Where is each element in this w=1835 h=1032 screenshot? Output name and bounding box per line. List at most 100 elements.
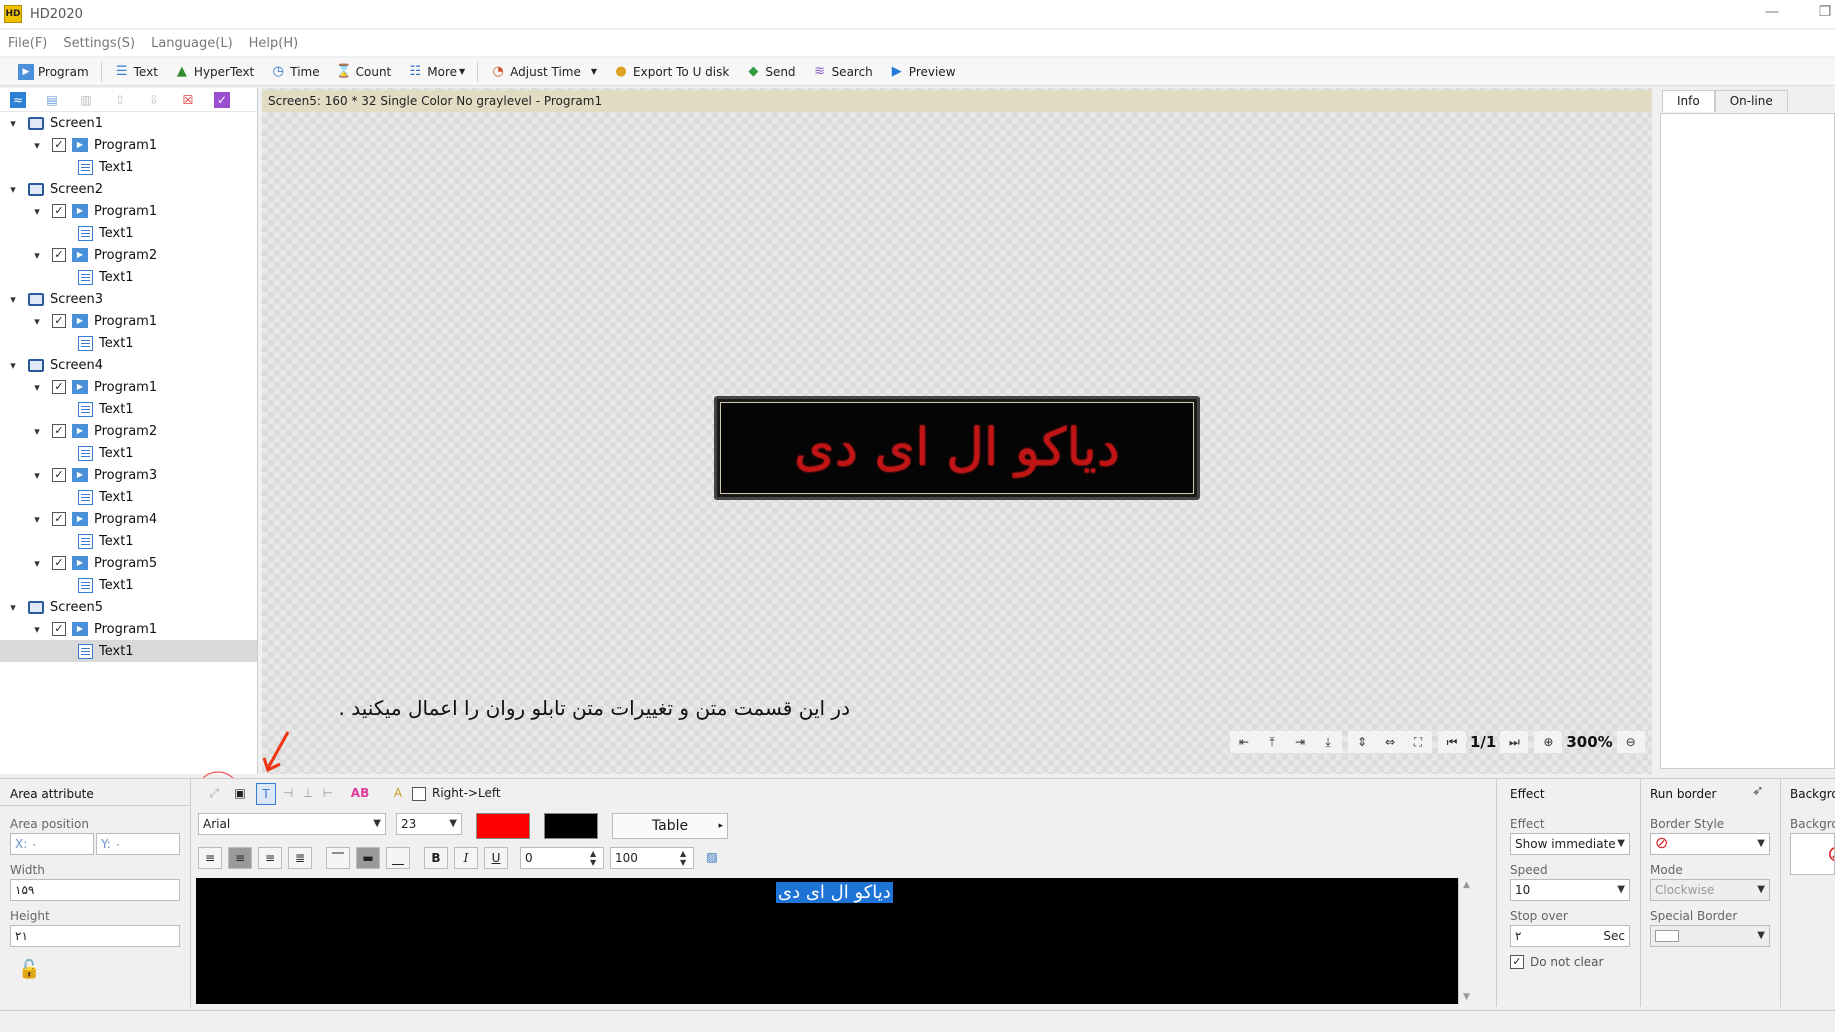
tree-item-screen[interactable]: ▾ Screen4: [0, 354, 257, 376]
chevron-down-icon[interactable]: ▾: [30, 513, 44, 526]
program-checkbox[interactable]: ✓: [52, 314, 66, 328]
chevron-down-icon[interactable]: ▾: [30, 425, 44, 438]
tree-add-icon[interactable]: ≈: [10, 91, 26, 108]
text-color-swatch[interactable]: [476, 813, 530, 839]
tab-online[interactable]: On-line: [1714, 90, 1788, 112]
next-page-icon[interactable]: ⏭: [1500, 731, 1529, 753]
fit-area-icon[interactable]: ⤢: [204, 783, 224, 805]
adjust-time-button[interactable]: ◔ Adjust Time ▼: [482, 59, 605, 85]
fit-width-icon[interactable]: ⇔: [1376, 731, 1404, 753]
tree-item-text[interactable]: Text1: [0, 332, 257, 354]
tree-copy-icon[interactable]: ▤: [44, 92, 60, 108]
chevron-down-icon[interactable]: ▾: [30, 469, 44, 482]
area-height-field[interactable]: ۲۱: [10, 925, 180, 947]
scroll-up-icon[interactable]: ▲: [1463, 880, 1470, 890]
tree-item-program[interactable]: ▾ ✓ ▶ Program1: [0, 200, 257, 222]
chevron-down-icon[interactable]: ▾: [30, 205, 44, 218]
text-fit-icon[interactable]: ⊢: [318, 783, 338, 805]
rocket-icon[interactable]: ➶: [1752, 783, 1764, 799]
chevron-down-icon[interactable]: ▾: [30, 315, 44, 328]
align-left-edge-icon[interactable]: ⇤: [1230, 731, 1258, 753]
prev-page-icon[interactable]: ⏮: [1438, 731, 1466, 753]
tree-item-screen[interactable]: ▾ Screen5: [0, 596, 257, 618]
do-not-clear-checkbox[interactable]: ✓: [1510, 955, 1524, 969]
maximize-icon[interactable]: ❐: [1815, 4, 1835, 22]
spacing-spin-icon[interactable]: ▲ ▼: [590, 849, 596, 867]
program-checkbox[interactable]: ✓: [52, 468, 66, 482]
tree-item-program[interactable]: ▾ ✓ ▶ Program2: [0, 420, 257, 442]
tree-item-text[interactable]: Text1: [0, 530, 257, 552]
special-border-select[interactable]: ▼: [1650, 925, 1770, 947]
adjust-time-dropdown-icon[interactable]: ▼: [591, 67, 597, 76]
font-size-select[interactable]: 23 ▼: [396, 813, 462, 835]
hypertext-button[interactable]: ▲ HyperText: [166, 59, 262, 85]
program-checkbox[interactable]: ✓: [52, 556, 66, 570]
align-center-icon[interactable]: ≡: [228, 847, 252, 869]
tree-item-text[interactable]: Text1: [0, 222, 257, 244]
chevron-down-icon[interactable]: ▾: [6, 359, 20, 372]
scroll-down-icon[interactable]: ▼: [1463, 992, 1470, 1002]
chevron-down-icon[interactable]: ▾: [30, 381, 44, 394]
program-checkbox[interactable]: ✓: [52, 380, 66, 394]
tree-item-screen[interactable]: ▾ Screen2: [0, 178, 257, 200]
speed-select[interactable]: 10 ▼: [1510, 879, 1630, 901]
menu-help[interactable]: Help(H): [249, 36, 299, 51]
valign-top-icon[interactable]: ⎺: [326, 847, 350, 869]
tree-move-up-icon[interactable]: ⇧: [112, 92, 128, 108]
chevron-down-icon[interactable]: ▾: [6, 183, 20, 196]
tree-delete-icon[interactable]: ☒: [180, 92, 196, 108]
font-select[interactable]: Arial ▼: [198, 813, 386, 835]
background-swatch[interactable]: ⊘: [1790, 833, 1835, 875]
tree-item-text[interactable]: Text1: [0, 266, 257, 288]
program-button[interactable]: ▶ Program: [10, 59, 97, 85]
tree-item-text[interactable]: Text1: [0, 442, 257, 464]
colorful-text-icon[interactable]: AB: [344, 783, 376, 805]
area-width-field[interactable]: ۱۵۹: [10, 879, 180, 901]
program-checkbox[interactable]: ✓: [52, 248, 66, 262]
menu-language[interactable]: Language(L): [151, 36, 233, 51]
tree-item-text[interactable]: Text1: [0, 398, 257, 420]
border-style-select[interactable]: ⊘ ▼: [1650, 833, 1770, 855]
align-right-icon[interactable]: ≡: [258, 847, 282, 869]
align-left-icon[interactable]: ≡: [198, 847, 222, 869]
lock-icon[interactable]: 🔓: [18, 959, 40, 980]
scale-spin-icon[interactable]: ▲ ▼: [680, 849, 686, 867]
tree-item-screen[interactable]: ▾ Screen1: [0, 112, 257, 134]
mode-select[interactable]: Clockwise ▼: [1650, 879, 1770, 901]
send-button[interactable]: ◆ Send: [737, 59, 803, 85]
chevron-down-icon[interactable]: ▾: [6, 117, 20, 130]
text-background-icon[interactable]: A: [388, 783, 408, 805]
text-button[interactable]: ☰ Text: [106, 59, 166, 85]
program-checkbox[interactable]: ✓: [52, 204, 66, 218]
stop-over-field[interactable]: ۲ Sec: [1510, 925, 1630, 947]
chevron-down-icon[interactable]: ▾: [30, 557, 44, 570]
tree-paste-icon[interactable]: ▥: [78, 92, 94, 108]
more-button[interactable]: ☷ More ▼: [399, 59, 473, 85]
program-checkbox[interactable]: ✓: [52, 138, 66, 152]
frame-icon[interactable]: ▣: [230, 783, 250, 805]
tree-item-program[interactable]: ▾ ✓ ▶ Program1: [0, 310, 257, 332]
preview-button[interactable]: ▶ Preview: [881, 59, 964, 85]
align-right-edge-icon[interactable]: ⇥: [1286, 731, 1314, 753]
chevron-down-icon[interactable]: ▾: [30, 249, 44, 262]
led-screen-preview[interactable]: دیاکو ال ای دی: [714, 396, 1200, 500]
editor-scrollbar[interactable]: ▲ ▼: [1458, 878, 1476, 1004]
zoom-out-icon[interactable]: ⊖: [1616, 731, 1645, 753]
bold-icon[interactable]: B: [424, 847, 448, 869]
text-bottom-align-icon[interactable]: ⊥: [298, 783, 318, 805]
tree-item-text[interactable]: Text1: [0, 574, 257, 596]
export-button[interactable]: ● Export To U disk: [605, 59, 737, 85]
text-top-align-icon[interactable]: T: [256, 783, 276, 805]
tree-item-program[interactable]: ▾ ✓ ▶ Program4: [0, 508, 257, 530]
menu-settings[interactable]: Settings(S): [63, 36, 135, 51]
tab-info[interactable]: Info: [1662, 90, 1715, 112]
zoom-in-icon[interactable]: ⊕: [1534, 731, 1563, 753]
tree-item-program[interactable]: ▾ ✓ ▶ Program3: [0, 464, 257, 486]
text-mid-align-icon[interactable]: ⊣: [278, 783, 298, 805]
minimize-icon[interactable]: —: [1762, 4, 1782, 22]
tree-item-program[interactable]: ▾ ✓ ▶ Program1: [0, 134, 257, 156]
table-button[interactable]: Table ▸: [612, 813, 728, 839]
tree-item-text[interactable]: Text1: [0, 486, 257, 508]
italic-icon[interactable]: I: [454, 847, 478, 869]
chevron-down-icon[interactable]: ▾: [6, 293, 20, 306]
